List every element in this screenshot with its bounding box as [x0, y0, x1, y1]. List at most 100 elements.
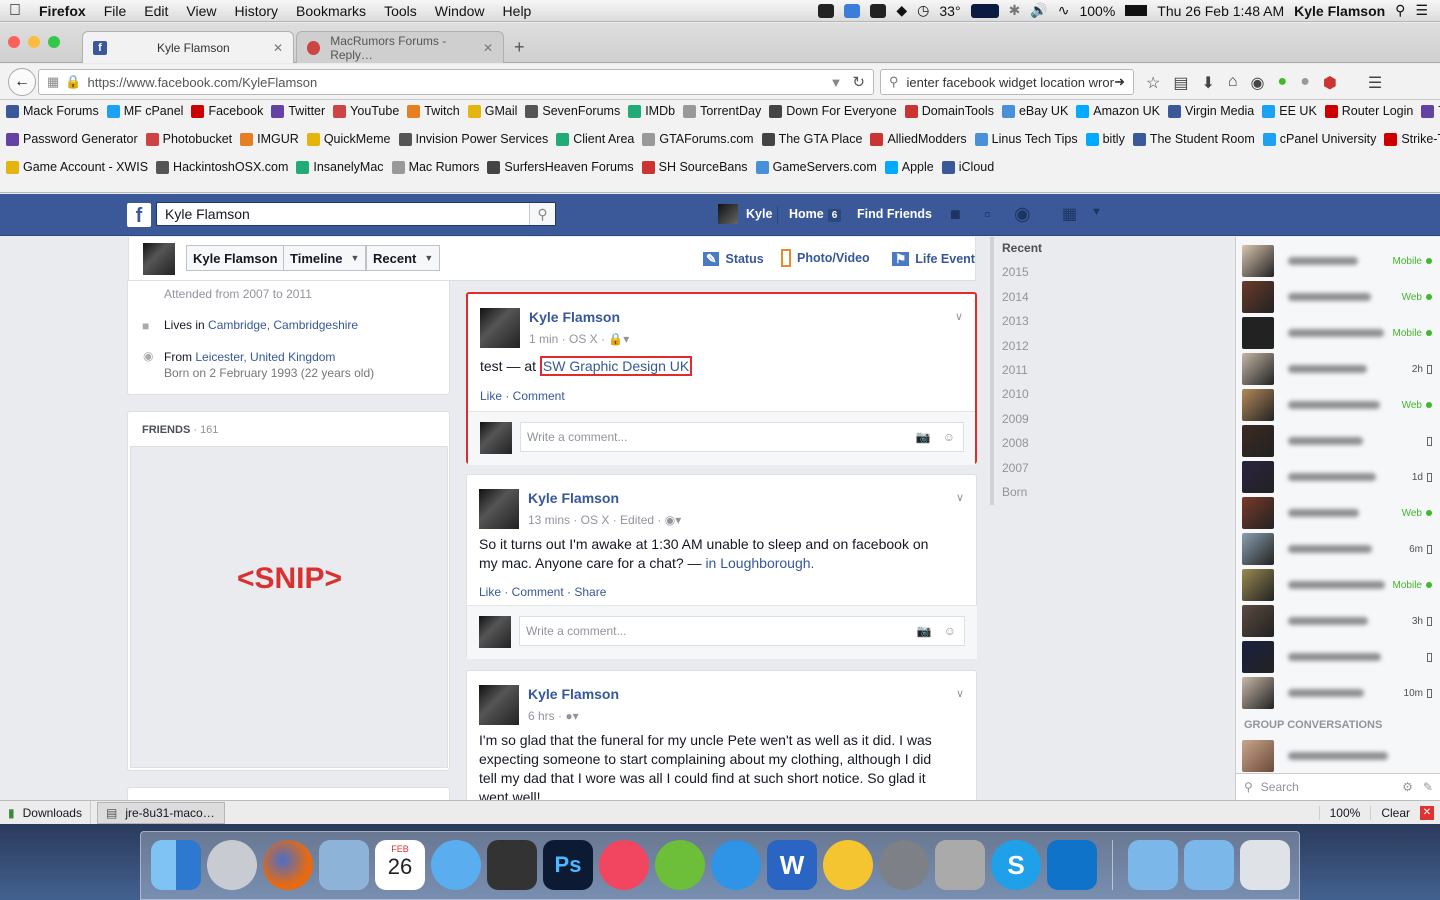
- post-time[interactable]: 1 min · OS X ·: [529, 332, 605, 346]
- bookmark-item[interactable]: Amazon UK: [1076, 104, 1160, 118]
- minimize-window-button[interactable]: [28, 36, 40, 48]
- bookmark-item[interactable]: SurfersHeaven Forums: [487, 160, 634, 174]
- post-place-link[interactable]: SW Graphic Design UK: [539, 356, 693, 376]
- home-icon[interactable]: ⌂: [1228, 73, 1238, 93]
- search-icon[interactable]: ⚲: [529, 203, 555, 225]
- bookmark-item[interactable]: Facebook: [191, 104, 263, 118]
- menu-file[interactable]: File: [95, 3, 136, 19]
- close-tab-icon[interactable]: ✕: [273, 41, 283, 55]
- search-go-icon[interactable]: ➜: [1114, 74, 1125, 90]
- privacy-globe-icon[interactable]: ◉▾: [665, 513, 682, 527]
- spotlight-icon[interactable]: ⚲: [1395, 2, 1405, 19]
- bookmark-item[interactable]: EE UK: [1262, 104, 1317, 118]
- bookmark-item[interactable]: bitly: [1085, 132, 1125, 146]
- bookmark-star-icon[interactable]: ☆: [1146, 73, 1160, 93]
- menu-window[interactable]: Window: [426, 3, 494, 19]
- new-message-icon[interactable]: ✎: [1423, 780, 1433, 794]
- year-nav-item[interactable]: Recent: [990, 241, 1070, 265]
- search-input[interactable]: ienter facebook widget location wrong: [907, 75, 1115, 90]
- chat-contact[interactable]: Web: [1242, 279, 1432, 315]
- bookmark-item[interactable]: The GTA Place: [761, 132, 862, 146]
- bookmark-item[interactable]: cPanel University: [1262, 132, 1376, 146]
- year-nav-item[interactable]: 2009: [990, 412, 1070, 436]
- gear-icon[interactable]: ⚙: [1402, 780, 1413, 794]
- bookmark-item[interactable]: GTAForums.com: [642, 132, 754, 146]
- subnav-avatar[interactable]: [143, 243, 175, 275]
- battery-icon[interactable]: [1125, 5, 1148, 16]
- post-author-link[interactable]: Kyle Flamson: [528, 686, 619, 702]
- chat-contact[interactable]: Web: [1242, 495, 1432, 531]
- extension-green-icon[interactable]: ●: [1278, 73, 1288, 93]
- chat-contact[interactable]: Mobile: [1242, 567, 1432, 603]
- post-time[interactable]: 13 mins · OS X · Edited ·: [528, 513, 661, 527]
- firefox-icon[interactable]: [263, 840, 313, 890]
- camera-icon[interactable]: 📷: [917, 624, 932, 638]
- bookmark-item[interactable]: Photobucket: [145, 132, 232, 146]
- disk-utility-icon[interactable]: [935, 840, 985, 890]
- post-options-chevron-icon[interactable]: ∨: [955, 310, 963, 323]
- app-store-icon[interactable]: [711, 840, 761, 890]
- bookmark-item[interactable]: SevenForums: [525, 104, 620, 118]
- year-nav-item[interactable]: 2012: [990, 339, 1070, 363]
- bookmark-item[interactable]: Game Account - XWIS: [6, 160, 148, 174]
- bookmark-item[interactable]: IMDb: [628, 104, 675, 118]
- menu-help[interactable]: Help: [494, 3, 541, 19]
- bookmark-item[interactable]: Down For Everyone: [769, 104, 897, 118]
- home-link[interactable]: Home 6: [789, 207, 842, 222]
- photo-video-button[interactable]: Photo/Video: [781, 249, 870, 267]
- chat-contact[interactable]: 6m: [1242, 531, 1432, 567]
- dropbox-icon[interactable]: ◆: [896, 2, 907, 19]
- teamviewer-icon[interactable]: [1047, 840, 1097, 890]
- wifi-icon[interactable]: ∿: [1058, 2, 1070, 19]
- bookmark-item[interactable]: GameServers.com: [755, 160, 877, 174]
- spotify-icon[interactable]: [655, 840, 705, 890]
- profile-avatar[interactable]: [718, 204, 738, 224]
- post-options-chevron-icon[interactable]: ∨: [956, 687, 964, 700]
- post-avatar[interactable]: [479, 489, 519, 529]
- tray-icon-3[interactable]: [870, 3, 887, 18]
- new-tab-icon[interactable]: +: [514, 37, 525, 58]
- chat-search-input[interactable]: Search: [1261, 780, 1299, 794]
- bookmark-item[interactable]: AlliedModders: [870, 132, 967, 146]
- year-nav-item[interactable]: 2015: [990, 265, 1070, 289]
- bookmark-item[interactable]: MF cPanel: [106, 104, 183, 118]
- post-avatar[interactable]: [480, 308, 520, 348]
- bookmark-item[interactable]: The Student Room: [1132, 132, 1255, 146]
- group-conversation-item[interactable]: [1242, 738, 1432, 774]
- close-tab-icon[interactable]: ✕: [483, 41, 493, 55]
- clear-button[interactable]: Clear: [1370, 805, 1420, 820]
- post-place-link[interactable]: in Loughborough.: [705, 555, 814, 571]
- url-dropdown-icon[interactable]: ▼: [830, 75, 843, 90]
- bookmark-item[interactable]: Twitter: [271, 104, 325, 118]
- calendar-icon[interactable]: FEB 26: [375, 840, 425, 890]
- menu-edit[interactable]: Edit: [135, 3, 177, 19]
- bookmark-item[interactable]: Virgin Media: [1168, 104, 1254, 118]
- chat-contact[interactable]: [1242, 639, 1432, 675]
- menu-icon[interactable]: ☰: [1368, 73, 1382, 93]
- bookmark-item[interactable]: InsanelyMac: [296, 160, 384, 174]
- photoshop-icon[interactable]: Ps: [543, 840, 593, 890]
- chat-contact[interactable]: 2h: [1242, 351, 1432, 387]
- year-nav-item[interactable]: 2013: [990, 314, 1070, 338]
- lives-city-link[interactable]: Cambridge, Cambridgeshire: [208, 318, 358, 332]
- tray-icon-1[interactable]: [818, 3, 835, 18]
- tray-icon-2[interactable]: [844, 3, 861, 18]
- monitor-icon[interactable]: [970, 3, 999, 18]
- bookmark-item[interactable]: Mack Forums: [6, 104, 99, 118]
- adblock-icon[interactable]: ⬢: [1323, 73, 1337, 93]
- year-nav-item[interactable]: 2011: [990, 363, 1070, 387]
- launchpad-icon[interactable]: [207, 840, 257, 890]
- year-nav-item[interactable]: 2007: [990, 461, 1070, 485]
- chat-contact[interactable]: Mobile: [1242, 243, 1432, 279]
- menu-history[interactable]: History: [225, 3, 287, 19]
- download-item[interactable]: ▤ jre-8u31-maco…: [96, 801, 225, 824]
- friend-requests-icon[interactable]: ■: [950, 204, 961, 225]
- find-friends-link[interactable]: Find Friends: [857, 207, 932, 221]
- bookmark-item[interactable]: SH SourceBans: [641, 160, 748, 174]
- volume-icon[interactable]: 🔊: [1030, 2, 1047, 19]
- comment-input[interactable]: Write a comment... 📷 ☺: [519, 616, 965, 646]
- year-nav-item[interactable]: 2014: [990, 290, 1070, 314]
- word-icon[interactable]: W: [767, 840, 817, 890]
- camera-icon[interactable]: 📷: [916, 430, 931, 444]
- bookmark-item[interactable]: Router Login: [1324, 104, 1413, 118]
